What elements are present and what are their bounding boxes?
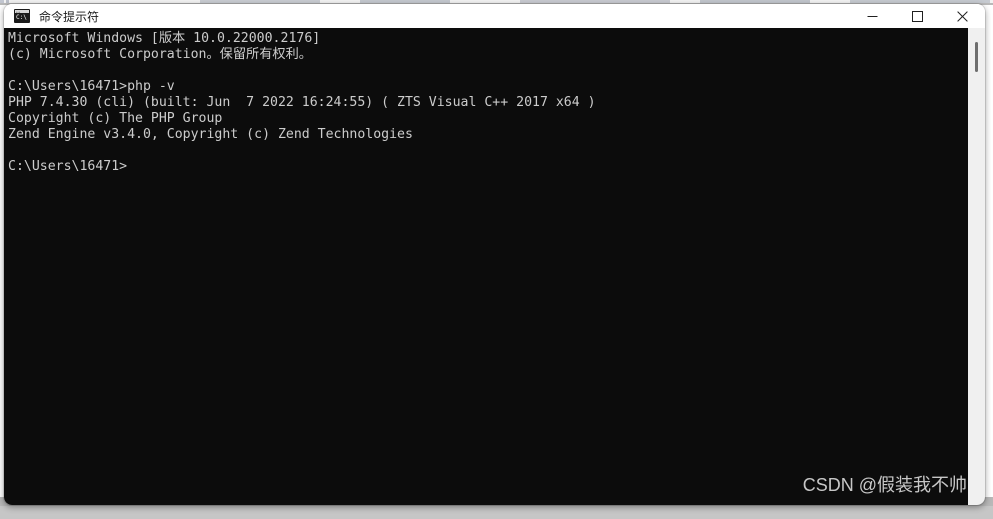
cmd-icon: ••• C:\: [14, 9, 30, 23]
console-text: Microsoft Windows [版本 10.0.22000.2176] (…: [8, 31, 596, 174]
close-button[interactable]: [940, 4, 985, 28]
backdrop-noise: [6, 0, 9, 3]
minimize-button[interactable]: [850, 4, 895, 28]
window-controls: [850, 4, 985, 28]
scrollbar-thumb[interactable]: [975, 42, 978, 72]
vertical-scrollbar[interactable]: [968, 28, 985, 505]
backdrop-noise: [200, 0, 320, 3]
backdrop-noise: [850, 0, 990, 3]
title-bar[interactable]: ••• C:\ 命令提示符: [4, 4, 985, 28]
console-output-area[interactable]: Microsoft Windows [版本 10.0.22000.2176] (…: [4, 28, 985, 505]
backdrop-noise: [700, 0, 810, 3]
backdrop-noise: [520, 0, 670, 3]
watermark: CSDN @假装我不帅: [802, 475, 967, 495]
window-title: 命令提示符: [39, 9, 100, 24]
maximize-button[interactable]: [895, 4, 940, 28]
command-prompt-window: ••• C:\ 命令提示符 Microsoft Windows [版本 10.0…: [4, 4, 985, 505]
backdrop-noise: [360, 0, 450, 3]
backdrop-noise: [0, 0, 4, 3]
cmd-icon-prompt-glyph: C:\: [16, 14, 27, 21]
